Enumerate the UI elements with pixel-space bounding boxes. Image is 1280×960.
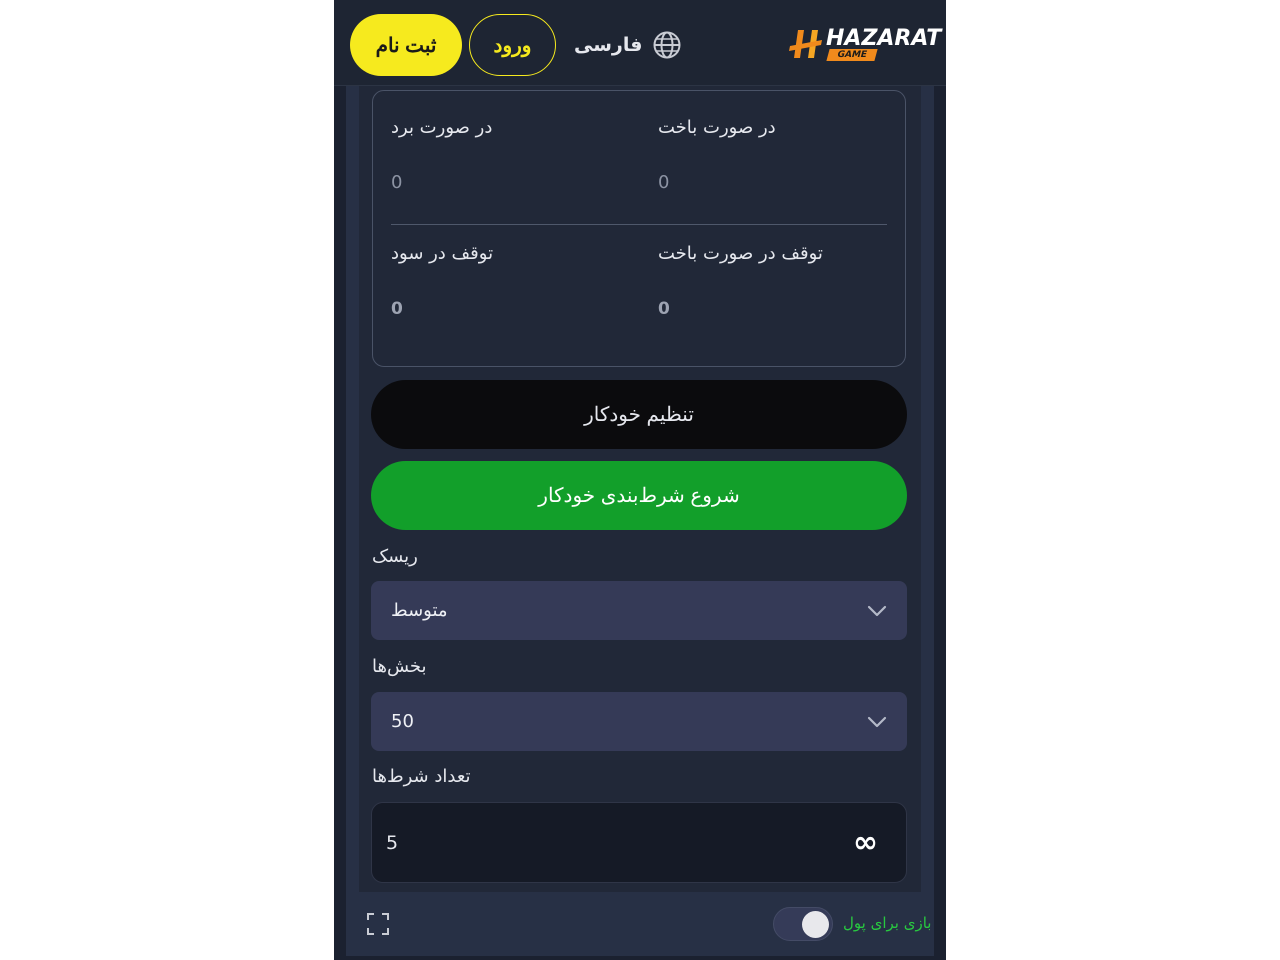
bets-count-input[interactable]: 5 ∞ — [371, 802, 907, 883]
stop-profit-label: توقف در سود — [391, 243, 494, 264]
language-selector[interactable]: فارسی — [574, 26, 682, 64]
app-frame: ثبت نام ورود فارسی HAZARAT GAME در صورت … — [334, 0, 946, 960]
stop-profit-input[interactable]: 0 — [391, 299, 403, 319]
start-auto-bet-button[interactable]: شروع شرط‌بندی خودکار — [371, 461, 907, 530]
segments-label: بخش‌ها — [372, 656, 427, 677]
segments-select[interactable]: 50 — [371, 692, 907, 751]
bets-count-value: 5 — [386, 831, 399, 854]
left-rail — [346, 86, 359, 956]
real-money-toggle[interactable] — [773, 907, 833, 941]
toggle-knob — [802, 911, 829, 938]
infinity-icon[interactable]: ∞ — [853, 827, 878, 858]
right-rail — [921, 86, 934, 956]
on-win-label: در صورت برد — [391, 117, 493, 138]
auto-setup-button[interactable]: تنظیم خودکار — [371, 380, 907, 449]
on-loss-input[interactable]: 0 — [658, 172, 669, 193]
real-money-label: بازی برای پول — [843, 914, 932, 932]
bottom-bar: بازی برای پول — [346, 892, 934, 956]
settings-divider — [391, 224, 887, 225]
stop-loss-input[interactable]: 0 — [658, 299, 670, 319]
language-label: فارسی — [574, 34, 643, 56]
logo-h-icon — [789, 30, 822, 58]
on-win-input[interactable]: 0 — [391, 172, 402, 193]
risk-label: ریسک — [372, 546, 418, 567]
top-header: ثبت نام ورود فارسی HAZARAT GAME — [334, 0, 946, 86]
globe-icon — [653, 31, 681, 59]
fullscreen-icon[interactable] — [367, 913, 389, 935]
on-loss-label: در صورت باخت — [658, 117, 776, 138]
hazarat-logo[interactable]: HAZARAT GAME — [788, 26, 941, 62]
bets-count-label: تعداد شرط‌ها — [372, 766, 471, 787]
register-button[interactable]: ثبت نام — [350, 14, 462, 76]
auto-bet-panel: در صورت باخت در صورت برد 0 0 توقف در صور… — [359, 86, 921, 892]
risk-select[interactable]: متوسط — [371, 581, 907, 640]
risk-value: متوسط — [391, 600, 448, 621]
logo-subtext: GAME — [826, 49, 878, 61]
chevron-down-icon — [867, 605, 887, 616]
segments-value: 50 — [391, 711, 414, 732]
chevron-down-icon — [867, 716, 887, 727]
login-button[interactable]: ورود — [469, 14, 556, 76]
stop-loss-label: توقف در صورت باخت — [658, 243, 823, 264]
auto-settings-box: در صورت باخت در صورت برد 0 0 توقف در صور… — [372, 90, 906, 367]
